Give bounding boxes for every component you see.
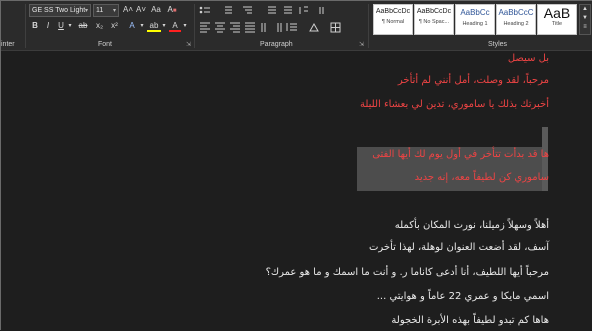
style-title[interactable]: AaB Title: [537, 4, 577, 35]
chevron-down-icon[interactable]: ▾: [182, 20, 188, 32]
document-line: بل سيصل: [507, 53, 549, 64]
bullets-icon: [199, 6, 210, 14]
multilevel-list-icon: [243, 6, 252, 14]
chevron-down-icon[interactable]: ▾: [161, 20, 167, 32]
ribbon-separator: [194, 4, 195, 48]
underline-button[interactable]: U: [56, 20, 66, 32]
style-sample: AaBbCcC: [498, 8, 534, 17]
style-name: ¶ No Spac...: [418, 19, 450, 25]
ribbon-separator: [25, 4, 26, 48]
bold-button[interactable]: B: [30, 20, 40, 32]
font-name-dropdown[interactable]: GE SS Two Light ▾: [29, 4, 91, 17]
borders-icon: [330, 22, 341, 33]
ribbon-separator: [368, 4, 369, 48]
clear-formatting-button[interactable]: A■: [166, 4, 178, 16]
paragraph-group-label: Paragraph: [260, 41, 293, 48]
decrease-indent-icon: [268, 6, 276, 14]
style-sample: AaBbCcDc: [375, 8, 411, 15]
document-line: ساموري كن لطيفاً معه، إنه جديد: [414, 172, 549, 183]
document-line: ها قد بدأت تتأخر في أول يوم لك أيها الفت…: [372, 149, 549, 160]
style-sample: AaBbCcDc: [416, 8, 452, 15]
align-left-icon: [200, 22, 210, 33]
document-line: أهلاً وسهلاً زميلنا، نورت المكان بأكمله: [394, 220, 549, 231]
chevron-down-icon: ▾: [84, 8, 88, 14]
style-sample: AaB: [543, 5, 571, 21]
show-formatting-icon: [319, 7, 324, 14]
subscript-button[interactable]: x₂: [93, 20, 106, 32]
style-name: Heading 1: [462, 21, 488, 27]
paragraph-controls: [199, 6, 341, 33]
font-name-value: GE SS Two Light: [32, 7, 86, 14]
line-spacing-icon: [286, 23, 297, 31]
style-heading-1[interactable]: AaBbCc Heading 1: [455, 4, 495, 35]
paragraph-dialog-launcher-icon[interactable]: ⇲: [359, 41, 364, 48]
italic-button[interactable]: I: [43, 20, 53, 32]
font-size-value: 11: [96, 7, 104, 14]
style-heading-2[interactable]: AaBbCcC Heading 2: [496, 4, 536, 35]
font-group-label: Font: [98, 41, 113, 48]
document-line: مرحباً أيها اللطيف، أنا أدعى كاناما ر. و…: [265, 267, 549, 278]
align-right-icon: [230, 22, 240, 33]
styles-scroll[interactable]: ▲ ▼ ≡: [579, 4, 591, 35]
styles-group-label: Styles: [488, 41, 508, 48]
chevron-down-icon[interactable]: ▾: [139, 20, 145, 32]
style-no-spacing[interactable]: AaBbCcDc ¶ No Spac...: [414, 4, 454, 35]
style-name: ¶ Normal: [381, 19, 405, 25]
highlight-button[interactable]: ab: [147, 20, 161, 32]
strikethrough-button[interactable]: ab: [76, 20, 90, 32]
underline-options-icon[interactable]: ▾: [67, 20, 73, 32]
increase-indent-icon: [284, 6, 292, 14]
style-name: Title: [551, 21, 563, 27]
sort-icon: [299, 6, 308, 14]
document-line: أخبرتك بذلك يا ساموري، تدين لي بعشاء الل…: [359, 99, 549, 110]
font-color-button[interactable]: A: [169, 20, 181, 32]
document-line: آسف، لقد أضعت العنوان لوهلة، لهذا تأخرت: [368, 242, 549, 253]
superscript-button[interactable]: x²: [108, 20, 121, 32]
shrink-font-button[interactable]: A˅: [135, 4, 147, 16]
style-name: Heading 2: [503, 21, 529, 27]
numbering-icon: [225, 6, 232, 14]
ribbon: inter GE SS Two Light ▾ 11 ▾ A˄ A˅ Aa A■…: [1, 1, 592, 51]
rtl-direction-icon: [277, 23, 282, 32]
chevron-down-icon: ▾: [112, 8, 116, 14]
style-sample: AaBbCc: [460, 8, 490, 17]
document-line: اسمي مايكا و عمري 22 عاماً و هوايتي ...: [376, 291, 549, 302]
document-line: مرحباً، لقد وصلت، أمل أنني لم أتأخر: [397, 75, 549, 86]
font-dialog-launcher-icon[interactable]: ⇲: [186, 41, 191, 48]
shading-icon: [309, 22, 319, 32]
text-effects-button[interactable]: A: [126, 20, 138, 32]
eraser-icon: ■: [172, 8, 177, 14]
font-size-dropdown[interactable]: 11 ▾: [93, 4, 119, 17]
grow-font-button[interactable]: A˄: [122, 4, 134, 16]
clipboard-group-label: inter: [1, 41, 15, 48]
style-normal[interactable]: AaBbCcDc ¶ Normal: [373, 4, 413, 35]
justify-icon: [245, 22, 255, 33]
align-center-icon: [215, 22, 225, 33]
document-area[interactable]: بل سيصل مرحباً، لقد وصلت، أمل أنني لم أت…: [1, 51, 592, 331]
change-case-button[interactable]: Aa: [149, 4, 163, 16]
ltr-direction-icon: [261, 23, 266, 32]
document-line: هاها كم تبدو لطيفاً بهذه الأبرة الخجولة: [391, 315, 549, 326]
